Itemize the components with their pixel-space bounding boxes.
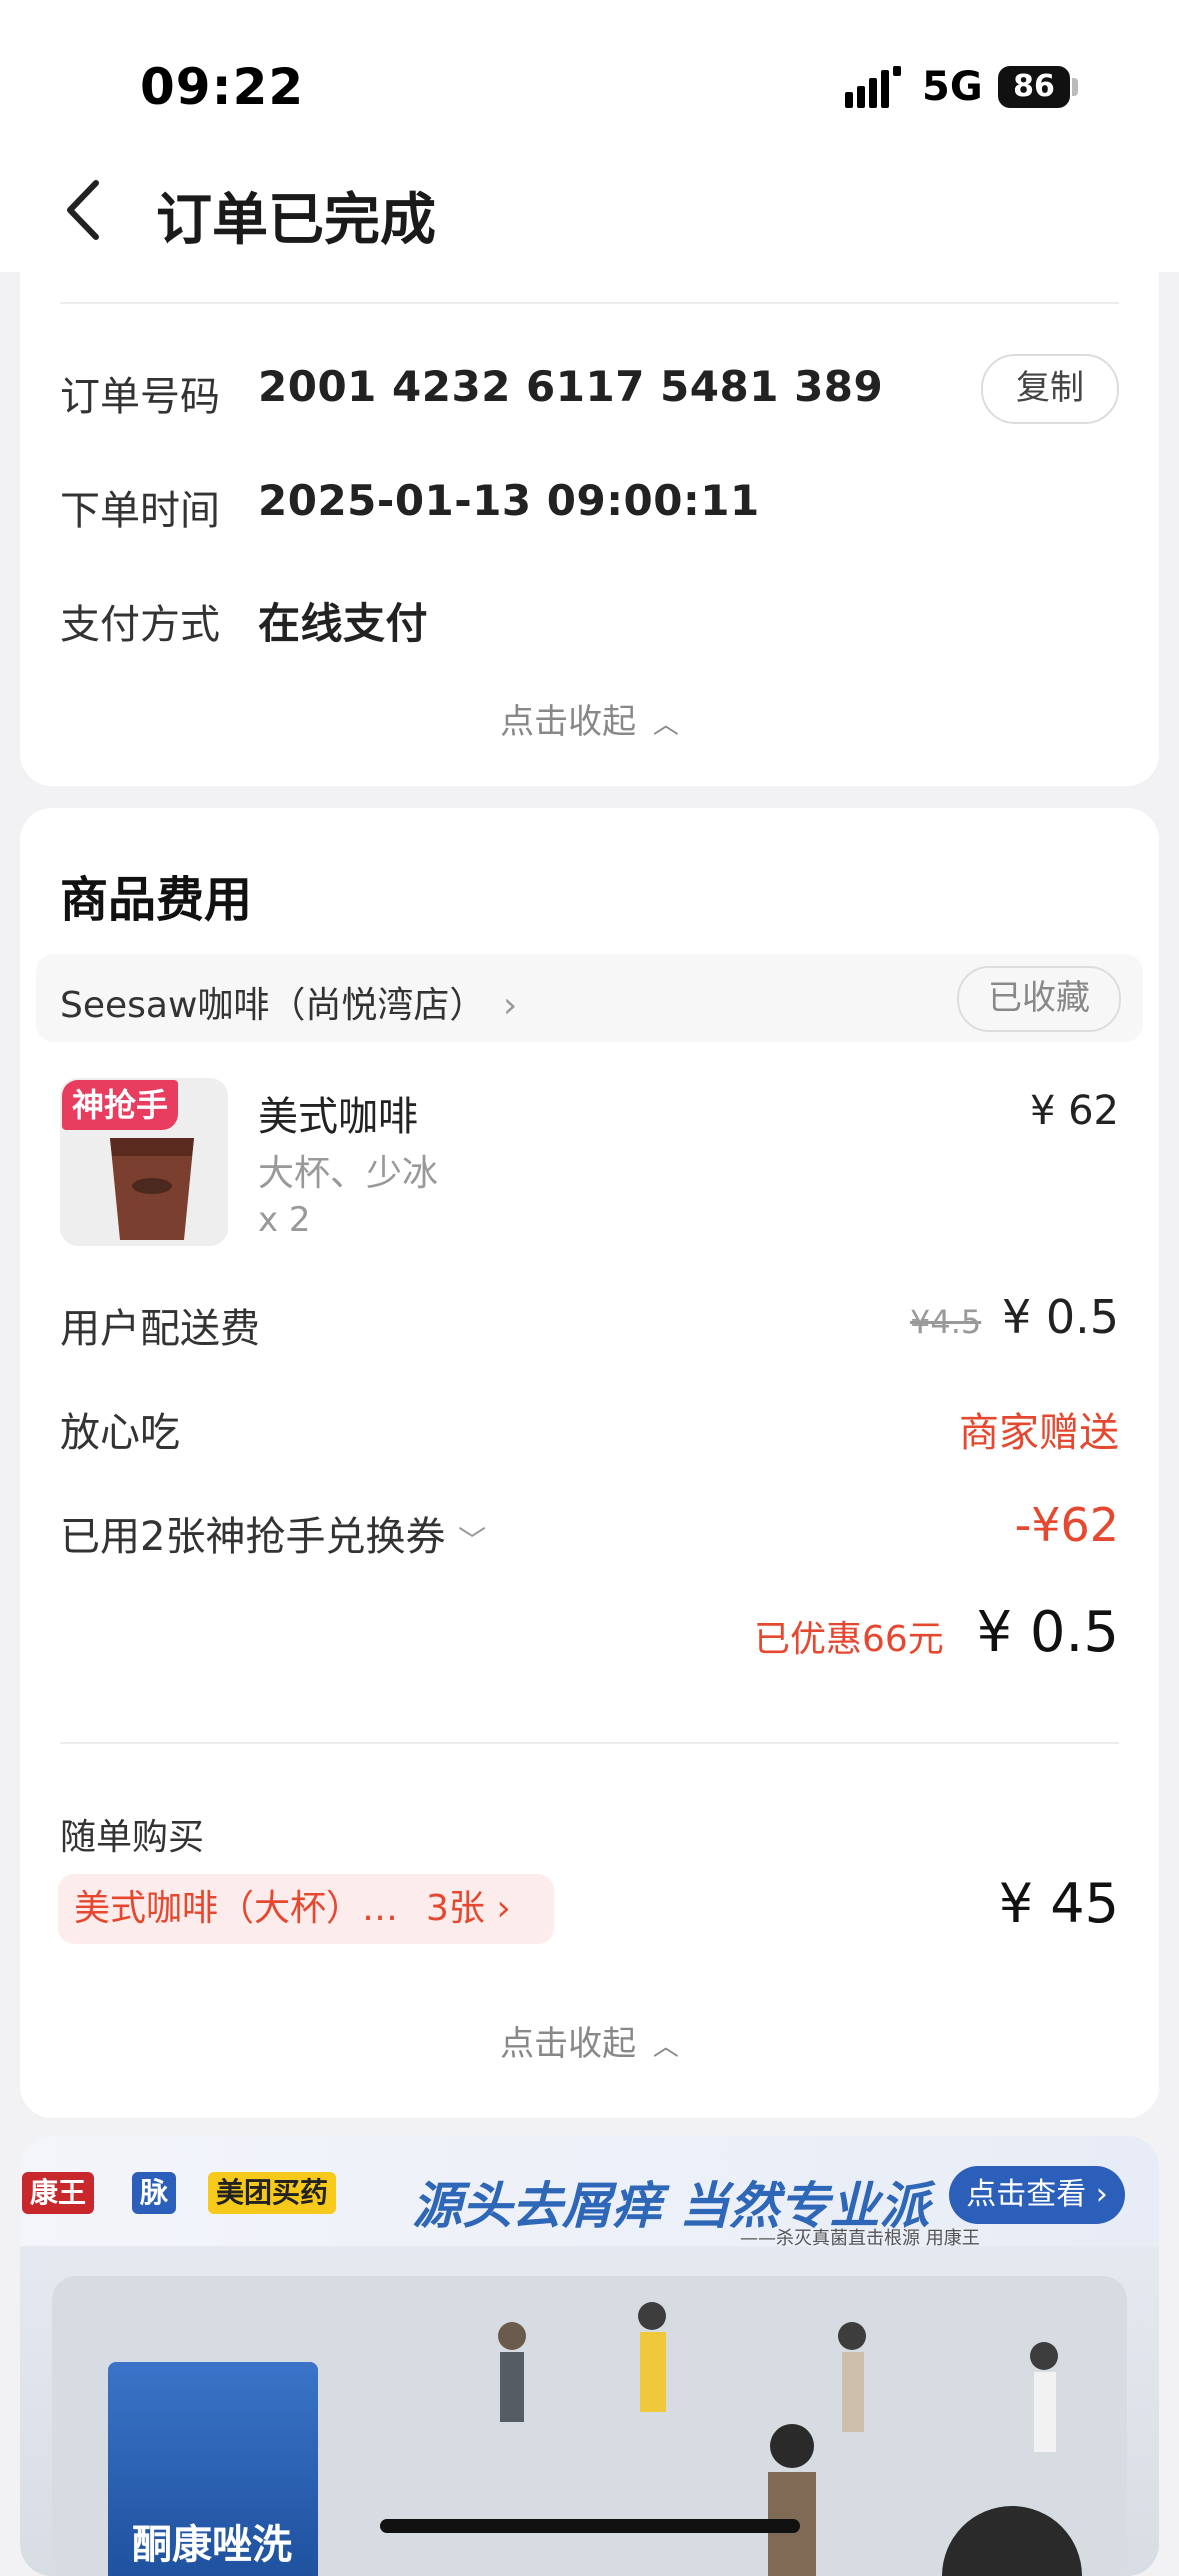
chevron-up-icon: ︿ <box>652 710 679 740</box>
total-price: ¥ 0.5 <box>976 1600 1120 1665</box>
collapse-toggle[interactable]: 点击收起 ︿ <box>20 2016 1159 2065</box>
page-title: 订单已完成 <box>156 188 436 253</box>
order-info-card: 订单号码 2001 4232 6117 5481 389 复制 下单时间 202… <box>20 200 1159 786</box>
store-name-link[interactable]: Seesaw咖啡（尚悦湾店） › <box>60 976 517 1028</box>
product-name: 美式咖啡 <box>258 1094 418 1140</box>
product-spec: 大杯、少冰 <box>258 1153 439 1194</box>
collapse-toggle[interactable]: 点击收起 ︿ <box>20 694 1159 743</box>
delivery-price: ¥ 0.5 <box>1001 1290 1119 1344</box>
add-on-price: ¥ 45 <box>998 1872 1119 1935</box>
chevron-up-icon: ︿ <box>652 2032 679 2062</box>
chevron-right-icon: › <box>1095 2177 1108 2212</box>
coffee-cup-icon <box>110 1138 194 1240</box>
ad-view-button[interactable]: 点击查看 › <box>949 2166 1125 2224</box>
order-time-label: 下单时间 <box>60 488 220 534</box>
store-bar[interactable]: Seesaw咖啡（尚悦湾店） › 已收藏 <box>36 954 1143 1042</box>
collapse-label: 点击收起 <box>500 2024 637 2064</box>
back-arrow-icon[interactable] <box>60 175 110 245</box>
collapse-label: 点击收起 <box>500 702 637 742</box>
ad-brand2-logo: 脉 <box>132 2172 177 2214</box>
coupon-value: -¥62 <box>1015 1498 1119 1552</box>
product-qty: x 2 <box>258 1200 311 1240</box>
battery-tip <box>1072 78 1078 96</box>
add-on-count-chip[interactable]: 3张 › <box>410 1874 554 1944</box>
delivery-fee: ¥4.5 ¥ 0.5 <box>910 1290 1119 1344</box>
store-name: Seesaw咖啡（尚悦湾店） <box>60 985 486 1026</box>
total-row: 已优惠66元 ¥ 0.5 <box>754 1600 1119 1665</box>
product-box: 酮康唑洗剂 <box>108 2362 318 2576</box>
add-on-count: 3张 <box>426 1888 485 1929</box>
chevron-right-icon: › <box>496 1888 511 1929</box>
ad-banner[interactable]: 康王 脉 美团买药 源头去屑痒 当然专业派 ——杀灭真菌直击根源 用康王 点击查… <box>20 2136 1159 2576</box>
assurance-label: 放心吃 <box>60 1410 180 1456</box>
delivery-original-price: ¥4.5 <box>909 1303 982 1341</box>
ad-brand-logo: 康王 <box>22 2172 95 2214</box>
battery-icon: 86 <box>998 66 1070 108</box>
order-no-value: 2001 4232 6117 5481 389 <box>258 362 884 411</box>
ad-product-name: 酮康唑洗剂 <box>132 2522 292 2568</box>
coupon-toggle[interactable]: 已用2张神抢手兑换券 ﹀ <box>60 1504 486 1562</box>
delivery-fee-label: 用户配送费 <box>60 1306 260 1352</box>
coupon-amount: -¥62 <box>1014 1498 1119 1552</box>
hot-tag: 神抢手 <box>62 1080 179 1130</box>
product-price: ¥ 62 <box>1029 1088 1119 1134</box>
ad-brand3-logo: 美团买药 <box>208 2172 337 2214</box>
order-no-label: 订单号码 <box>60 374 220 420</box>
order-time-value: 2025-01-13 09:00:11 <box>258 476 760 525</box>
ad-button-label: 点击查看 <box>966 2177 1087 2212</box>
add-on-item-chip[interactable]: 美式咖啡（大杯）… <box>58 1874 430 1944</box>
favorite-button[interactable]: 已收藏 <box>957 966 1121 1032</box>
divider <box>60 302 1119 304</box>
add-on-label: 随单购买 <box>60 1817 205 1858</box>
status-time: 09:22 <box>140 58 305 116</box>
coupon-label: 已用2张神抢手兑换券 <box>60 1514 446 1560</box>
copy-button[interactable]: 复制 <box>981 354 1119 424</box>
fees-card: 商品费用 Seesaw咖啡（尚悦湾店） › 已收藏 神抢手 美式咖啡 大杯、少冰… <box>20 808 1159 2118</box>
discount-note: 已优惠66元 <box>753 1619 944 1660</box>
top-bar: 09:22 5G 86 订单已完成 <box>0 0 1179 272</box>
product-image[interactable]: 神抢手 <box>60 1078 228 1246</box>
chevron-right-icon: › <box>502 985 518 1026</box>
network-label: 5G <box>922 64 983 110</box>
assurance-value: 商家赠送 <box>959 1410 1119 1456</box>
pay-method-value: 在线支付 <box>258 599 429 648</box>
home-indicator[interactable] <box>380 2519 800 2533</box>
ad-subtitle: ——杀灭真菌直击根源 用康王 <box>740 2228 980 2249</box>
section-title: 商品费用 <box>60 872 253 928</box>
pay-method-label: 支付方式 <box>60 602 220 648</box>
signal-icon <box>845 66 901 108</box>
chevron-down-icon: ﹀ <box>458 1524 487 1557</box>
divider <box>60 1742 1119 1744</box>
